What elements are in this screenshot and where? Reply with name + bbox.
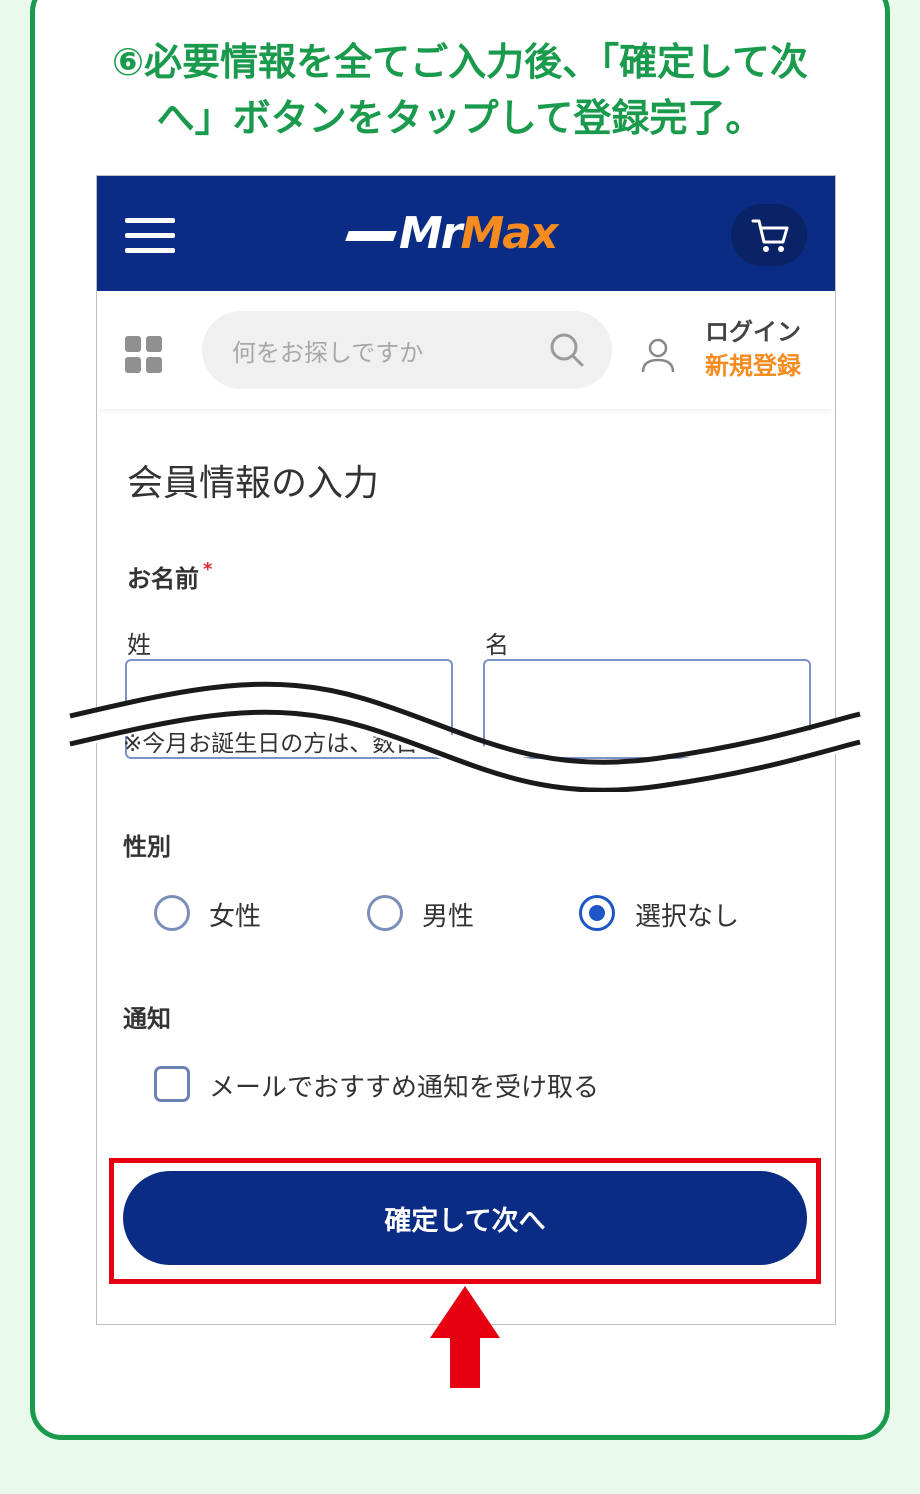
- login-link[interactable]: ログイン: [705, 315, 801, 349]
- instruction-line-2: へ」ボタンをタップして登録完了。: [156, 96, 764, 140]
- hamburger-icon[interactable]: [125, 218, 175, 254]
- notify-checkbox[interactable]: [154, 1066, 190, 1102]
- page-title: 会員情報の入力: [127, 463, 380, 504]
- grid-icon[interactable]: [125, 336, 163, 374]
- search-row: 何をお探しですか ログイン 新規登録: [97, 291, 835, 409]
- site-header: MrMax: [97, 176, 835, 291]
- search-input[interactable]: 何をお探しですか: [202, 311, 612, 389]
- search-placeholder: 何をお探しですか: [232, 339, 424, 367]
- required-mark: *: [203, 559, 213, 580]
- logo-mr: Mr: [399, 208, 463, 259]
- name-label-text: お名前: [127, 565, 199, 593]
- first-name-label: 名: [485, 631, 509, 659]
- omission-wave: [60, 681, 861, 792]
- account-links: ログイン 新規登録: [705, 315, 801, 383]
- name-section-label: お名前 *: [127, 559, 212, 594]
- search-icon[interactable]: [548, 331, 586, 369]
- cart-icon: [751, 219, 789, 252]
- gender-option-male: 男性: [422, 902, 475, 932]
- instruction-line-1: ⑥必要情報を全てご入力後、「確定して次: [111, 40, 809, 84]
- notify-label: 通知: [123, 1005, 171, 1033]
- submit-highlight-box: [109, 1158, 821, 1284]
- gender-option-female: 女性: [209, 902, 262, 932]
- cart-button[interactable]: [731, 204, 807, 266]
- gender-radio-male[interactable]: [367, 895, 403, 931]
- user-icon[interactable]: [640, 336, 676, 376]
- logo-max: Max: [460, 208, 558, 259]
- arrow-up-icon: [430, 1286, 500, 1388]
- gender-radio-none[interactable]: [579, 895, 615, 931]
- gender-label: 性別: [123, 833, 171, 861]
- signup-link[interactable]: 新規登録: [705, 349, 801, 383]
- gender-radio-female[interactable]: [154, 895, 190, 931]
- notify-checkbox-label: メールでおすすめ通知を受け取る: [209, 1073, 600, 1103]
- mrmax-logo[interactable]: MrMax: [345, 204, 597, 264]
- gender-option-none: 選択なし: [635, 902, 740, 932]
- last-name-label: 姓: [127, 631, 151, 659]
